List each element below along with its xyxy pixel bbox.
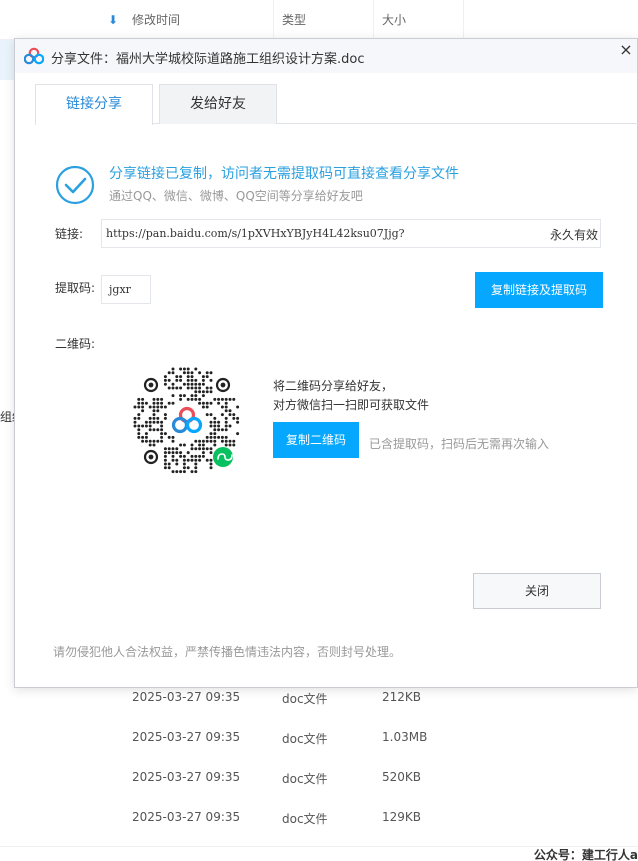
table-row[interactable]: 2025-03-27 09:35 doc文件 520KB xyxy=(0,758,638,798)
link-label: 链接: xyxy=(55,227,84,241)
selected-row-highlight xyxy=(0,40,14,80)
share-dialog: 分享文件：福州大学城校际道路施工组织设计方案.doc × 链接分享 发给好友 分… xyxy=(14,38,638,688)
dialog-title: 分享文件：福州大学城校际道路施工组织设计方案.doc xyxy=(51,52,365,67)
qr-code-note: 已含提取码，扫码后无需再次输入 xyxy=(369,437,550,451)
extract-code-value: jgxr xyxy=(109,283,131,296)
extract-code-field[interactable]: jgxr xyxy=(101,275,151,304)
file-name-clipped: 组织 xyxy=(0,410,14,424)
share-link-field[interactable]: https://pan.baidu.com/s/1pXVHxYBJyH4L42k… xyxy=(101,219,601,248)
qr-code-image xyxy=(133,367,240,474)
column-size[interactable]: 大小 xyxy=(374,0,464,40)
sort-down-arrow-icon[interactable]: ⬇ xyxy=(108,13,118,27)
link-expiry-select[interactable]: 永久有效 xyxy=(550,226,598,243)
tab-link-share[interactable]: 链接分享 xyxy=(35,84,153,125)
success-hint: 通过QQ、微信、微博、QQ空间等分享给好友吧 xyxy=(109,189,363,203)
dialog-titlebar[interactable]: 分享文件：福州大学城校际道路施工组织设计方案.doc × xyxy=(15,39,637,73)
file-list-header: ⬇ 修改时间 类型 大小 xyxy=(0,0,638,40)
table-row[interactable]: 2025-03-27 09:35 doc文件 1.03MB xyxy=(0,718,638,758)
column-modified-time[interactable]: 修改时间 xyxy=(124,0,274,40)
share-tabs: 链接分享 发给好友 xyxy=(35,84,638,125)
column-type[interactable]: 类型 xyxy=(274,0,374,40)
baidu-netdisk-logo-icon xyxy=(24,47,44,65)
share-link-url: https://pan.baidu.com/s/1pXVHxYBJyH4L42k… xyxy=(106,227,405,240)
success-message: 分享链接已复制，访问者无需提取码可直接查看分享文件 xyxy=(109,166,459,182)
copy-qr-code-button[interactable]: 复制二维码 xyxy=(273,422,359,458)
watermark-text: 公众号：建工行人a xyxy=(533,848,638,861)
extract-code-label: 提取码: xyxy=(55,281,96,295)
page: ⬇ 修改时间 类型 大小 组织 2025-03-27 09:35 doc文件 2… xyxy=(0,0,638,861)
close-icon[interactable]: × xyxy=(619,42,633,58)
check-circle-icon xyxy=(55,165,95,205)
qr-share-hint-line2: 对方微信扫一扫即可获取文件 xyxy=(273,398,430,412)
tab-send-to-friend[interactable]: 发给好友 xyxy=(159,84,277,124)
close-button[interactable]: 关闭 xyxy=(473,573,601,609)
table-row[interactable]: 2025-03-27 09:35 doc文件 129KB xyxy=(0,798,638,838)
qr-share-hint-line1: 将二维码分享给好友， xyxy=(273,379,394,393)
qr-code-label: 二维码: xyxy=(55,337,96,351)
policy-warning: 请勿侵犯他人合法权益，严禁传播色情违法内容，否则封号处理。 xyxy=(53,645,402,659)
copy-link-and-code-button[interactable]: 复制链接及提取码 xyxy=(475,272,603,308)
